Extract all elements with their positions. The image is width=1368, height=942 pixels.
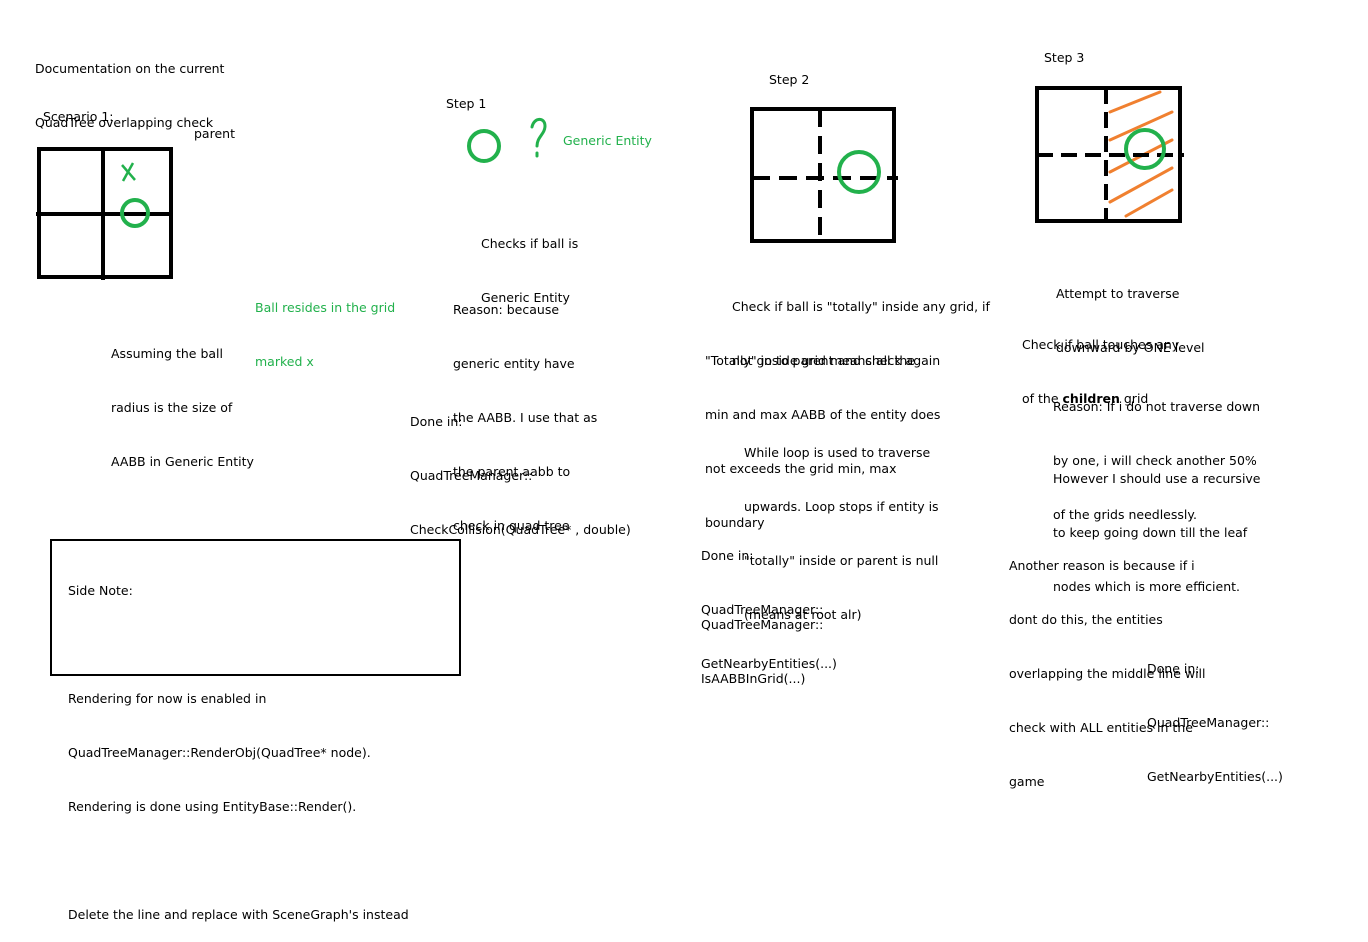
generic-entity-label: Generic Entity xyxy=(563,133,652,148)
grid-note: Ball resides in the grid marked x xyxy=(255,300,396,369)
step2-done-in-2: QuadTreeManager:: IsAABBInGrid(...) xyxy=(701,617,824,686)
step2-grid xyxy=(750,107,898,243)
grid-x-mark xyxy=(121,162,136,182)
step3-heading: Step 3 xyxy=(1044,50,1085,65)
assumption-note: Assuming the ball radius is the size of … xyxy=(111,346,254,469)
step1-ball xyxy=(467,129,501,163)
parent-label: parent xyxy=(194,126,235,141)
step3-done-in: Done in: QuadTreeManager:: GetNearbyEnti… xyxy=(1147,661,1283,784)
step3-ball xyxy=(1124,128,1166,170)
step2-ball xyxy=(837,150,881,194)
step2-heading: Step 2 xyxy=(769,72,810,87)
side-note: Side Note: Rendering for now is enabled … xyxy=(68,583,409,922)
question-mark-icon xyxy=(530,117,547,158)
step1-heading: Step 1 xyxy=(446,96,487,111)
step1-done-in: Done in: QuadTreeManager:: CheckCollisio… xyxy=(410,414,631,537)
scenario-grid xyxy=(36,147,173,280)
scenario-heading: Scenario 1: xyxy=(43,109,114,124)
